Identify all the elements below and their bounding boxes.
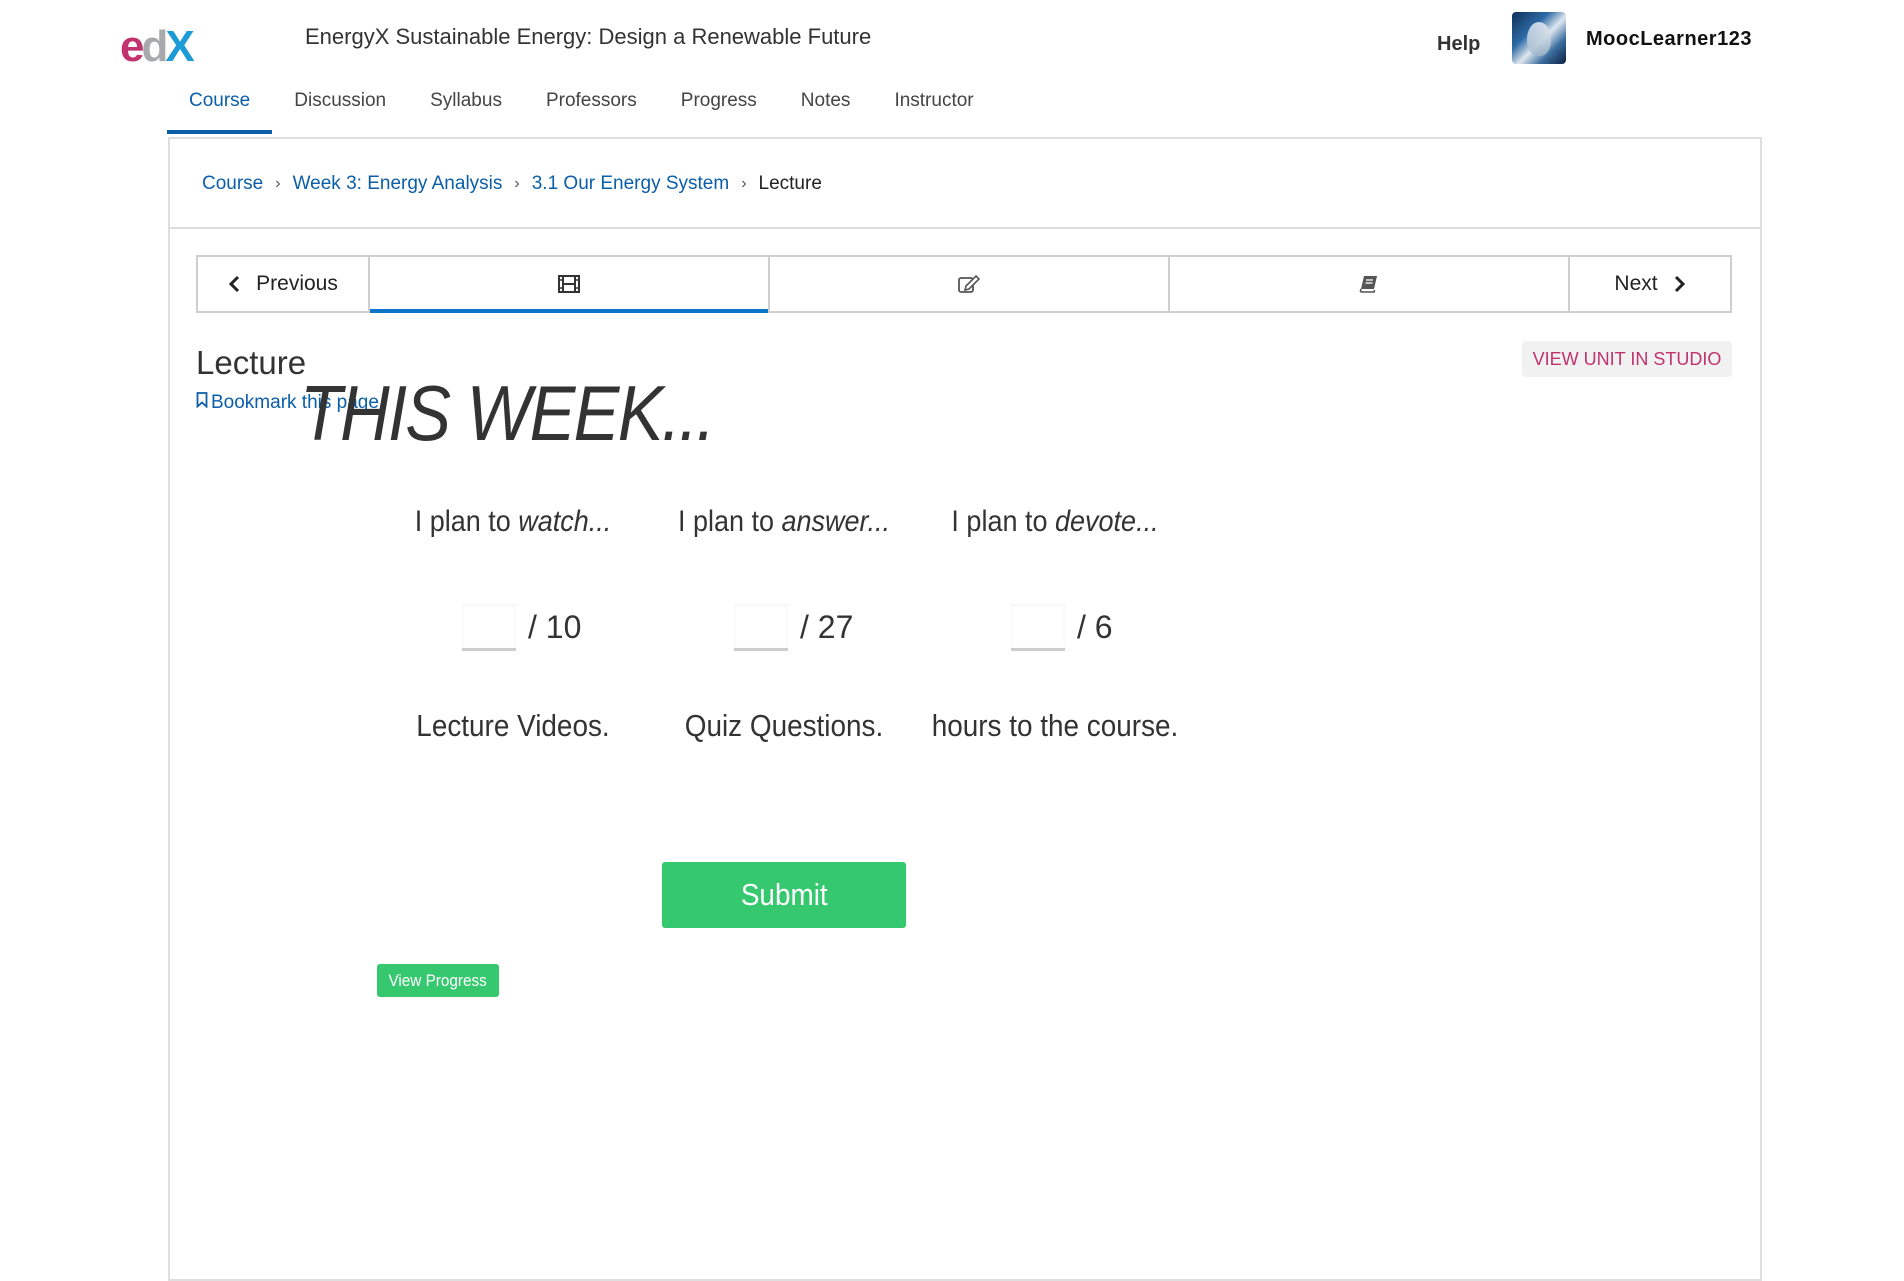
unit-tab-problem[interactable] [770,257,1170,311]
tab-professors[interactable]: Professors [524,88,659,134]
book-icon [1359,275,1379,293]
tab-discussion[interactable]: Discussion [272,88,408,134]
previous-label: Previous [256,272,338,295]
view-progress-button[interactable]: View Progress [377,964,499,997]
videos-planned-input[interactable] [462,603,516,651]
view-unit-in-studio-button[interactable]: VIEW UNIT IN STUDIO [1522,341,1732,377]
chevron-right-icon: › [514,175,520,192]
avatar[interactable] [1512,12,1566,64]
username[interactable]: MoocLearner123 [1586,28,1752,51]
breadcrumb: Course › Week 3: Energy Analysis › 3.1 O… [202,173,822,195]
plan-devote-label: I plan to devote... [951,505,1159,538]
lecture-videos-label: Lecture Videos. [416,708,610,743]
this-week-heading: THIS WEEK... [300,369,715,457]
submit-label: Submit [740,877,828,912]
hours-label: hours to the course. [931,708,1179,743]
course-tabs: Course Discussion Syllabus Professors Pr… [167,88,996,134]
tab-course[interactable]: Course [167,88,273,134]
tab-progress[interactable]: Progress [659,88,779,134]
next-label: Next [1614,272,1658,295]
next-button[interactable]: Next [1570,257,1730,311]
sequence-nav: Previous Next [196,255,1732,313]
edit-icon [958,275,980,293]
unit-title: Lecture [196,344,307,381]
divider [170,227,1760,229]
breadcrumb-section[interactable]: 3.1 Our Energy System [532,173,729,195]
videos-total: / 10 [528,608,582,645]
breadcrumb-course[interactable]: Course [202,173,263,195]
tab-instructor[interactable]: Instructor [872,88,995,134]
chevron-right-icon: › [741,175,747,192]
chevron-right-icon [1674,275,1686,293]
video-icon [558,275,580,293]
questions-planned-input[interactable] [734,603,788,651]
unit-tab-video[interactable] [370,257,770,313]
hours-planned-input[interactable] [1011,603,1065,651]
breadcrumb-current: Lecture [758,173,822,194]
hours-input-row: / 6 [1011,602,1113,652]
plan-watch-label: I plan to watch... [414,505,612,538]
bookmark-icon [196,392,208,414]
chevron-left-icon [228,275,240,293]
help-link[interactable]: Help [1437,33,1480,56]
previous-button[interactable]: Previous [198,257,370,311]
questions-total: / 27 [800,608,854,645]
quiz-questions-label: Quiz Questions. [684,708,884,743]
chevron-right-icon: › [275,175,281,192]
questions-input-row: / 27 [734,602,853,652]
videos-input-row: / 10 [462,602,581,652]
submit-button[interactable]: Submit [662,862,906,928]
view-progress-label: View Progress [388,970,488,990]
breadcrumb-week[interactable]: Week 3: Energy Analysis [293,173,503,195]
unit-tab-reading[interactable] [1170,257,1570,311]
edx-logo[interactable]: edX [120,25,195,69]
tab-notes[interactable]: Notes [779,88,873,134]
plan-answer-label: I plan to answer... [677,505,891,538]
tab-syllabus[interactable]: Syllabus [408,88,524,134]
course-title: EnergyX Sustainable Energy: Design a Ren… [305,24,872,49]
hours-total: / 6 [1077,608,1113,645]
